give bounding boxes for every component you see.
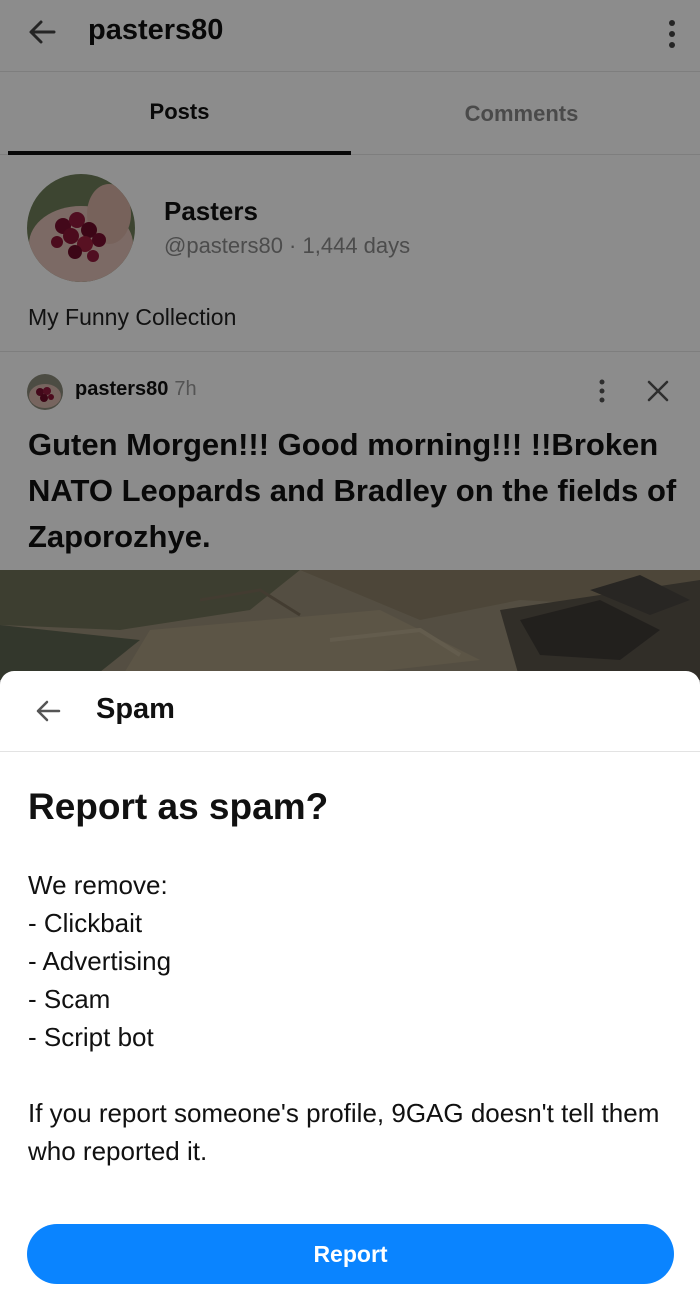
sheet-heading: Report as spam? [28, 786, 329, 827]
policy-item: - Script bot [28, 1022, 154, 1052]
policy-item: - Advertising [28, 946, 172, 976]
policy-intro: We remove: [28, 870, 168, 900]
policy-item: - Scam [28, 984, 111, 1014]
sheet-title: Spam [96, 693, 175, 725]
privacy-note: If you report someone's profile, 9GAG do… [28, 1098, 660, 1166]
sheet-description: We remove: - Clickbait - Advertising - S… [28, 866, 668, 1170]
policy-item: - Clickbait [28, 908, 143, 938]
report-spam-sheet: Spam Report as spam? We remove: - Clickb… [0, 671, 700, 1311]
report-button[interactable]: Report [27, 1224, 674, 1284]
sheet-header: Spam [0, 671, 700, 752]
back-arrow-icon[interactable] [32, 695, 64, 727]
